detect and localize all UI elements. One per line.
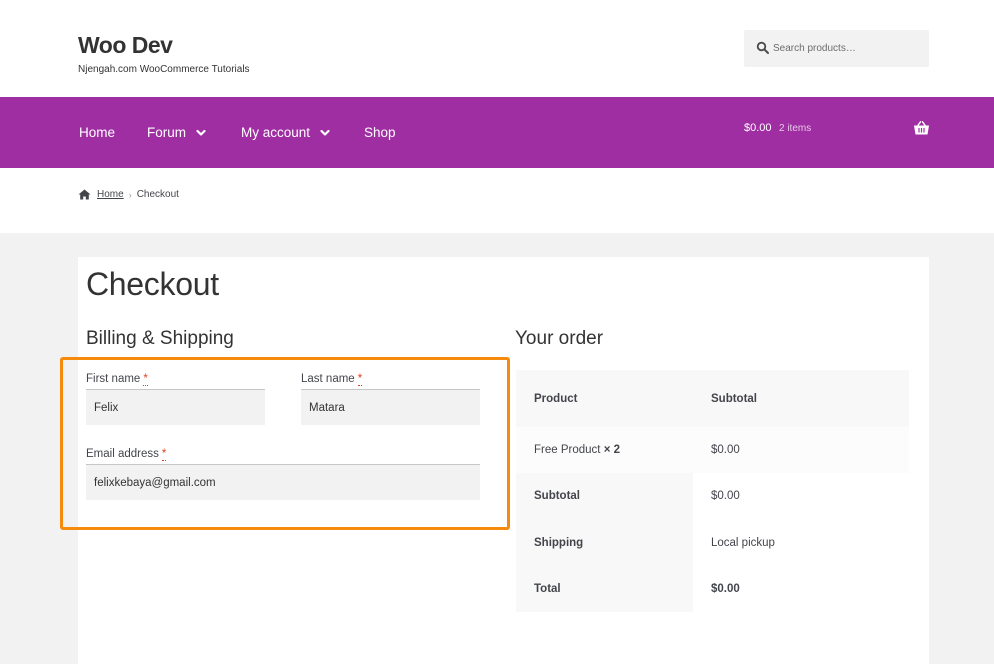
breadcrumb-separator: › xyxy=(128,189,132,200)
cart-amount[interactable]: $0.00 xyxy=(744,122,772,134)
first-name-label: First name * xyxy=(86,373,148,386)
required-marker: * xyxy=(143,373,148,386)
site-description: Njengah.com WooCommerce Tutorials xyxy=(78,64,250,75)
site-title[interactable]: Woo Dev xyxy=(78,32,173,59)
nav-item-label: Forum xyxy=(147,125,187,140)
breadcrumb-home-link[interactable]: Home xyxy=(97,189,124,200)
cart-count[interactable]: 2 items xyxy=(779,123,811,134)
last-name-label: Last name * xyxy=(301,373,363,386)
site-header: Woo Dev Njengah.com WooCommerce Tutorial… xyxy=(0,0,994,97)
nav-item-home[interactable]: Home xyxy=(79,125,115,140)
breadcrumb-current: Checkout xyxy=(136,189,179,200)
shipping-label: Shipping xyxy=(534,537,584,549)
total-label: Total xyxy=(534,583,561,595)
shipping-value: Local pickup xyxy=(711,537,775,549)
email-field[interactable] xyxy=(86,464,480,500)
nav-item-label: Shop xyxy=(364,125,396,140)
table-footer: Subtotal $0.00 Shipping Local pickup Tot… xyxy=(516,473,909,612)
breadcrumb: Home › Checkout xyxy=(78,189,179,200)
nav-item-label: Home xyxy=(79,125,116,140)
column-header-product: Product xyxy=(534,392,578,405)
product-name-cell: Free Product × 2 xyxy=(534,427,620,473)
nav-item-forum[interactable]: Forum xyxy=(147,125,206,140)
primary-navigation: Home Forum My account Shop $0.00 2 items xyxy=(0,97,994,168)
search-box[interactable] xyxy=(744,30,929,67)
basket-icon[interactable] xyxy=(913,121,930,136)
subtotal-label: Subtotal xyxy=(534,490,580,502)
nav-item-shop[interactable]: Shop xyxy=(364,125,396,140)
product-subtotal: $0.00 xyxy=(711,444,740,456)
nav-item-my-account[interactable]: My account xyxy=(241,125,330,140)
order-heading: Your order xyxy=(515,328,604,349)
table-row: Free Product × 2 $0.00 xyxy=(516,427,909,473)
column-header-subtotal: Subtotal xyxy=(711,392,757,405)
chevron-down-icon xyxy=(196,129,206,136)
total-value: $0.00 xyxy=(711,583,740,595)
email-label: Email address * xyxy=(86,448,167,461)
nav-item-label: My account xyxy=(241,125,311,140)
product-quantity: × 2 xyxy=(603,444,620,456)
email-label-text: Email address xyxy=(86,448,159,460)
required-marker: * xyxy=(161,448,167,461)
product-name: Free Product xyxy=(534,444,601,456)
search-input[interactable] xyxy=(773,30,923,67)
first-name-label-text: First name xyxy=(86,373,141,385)
required-marker: * xyxy=(357,373,363,386)
page-title: Checkout xyxy=(86,266,219,302)
first-name-field[interactable] xyxy=(86,389,265,425)
billing-heading: Billing & Shipping xyxy=(86,328,234,349)
chevron-down-icon xyxy=(320,129,330,136)
home-icon xyxy=(78,189,91,200)
last-name-label-text: Last name xyxy=(301,373,355,385)
subtotal-value: $0.00 xyxy=(711,490,740,502)
last-name-field[interactable] xyxy=(301,389,480,425)
table-header-row: Product Subtotal xyxy=(516,370,909,427)
search-icon xyxy=(756,41,769,54)
